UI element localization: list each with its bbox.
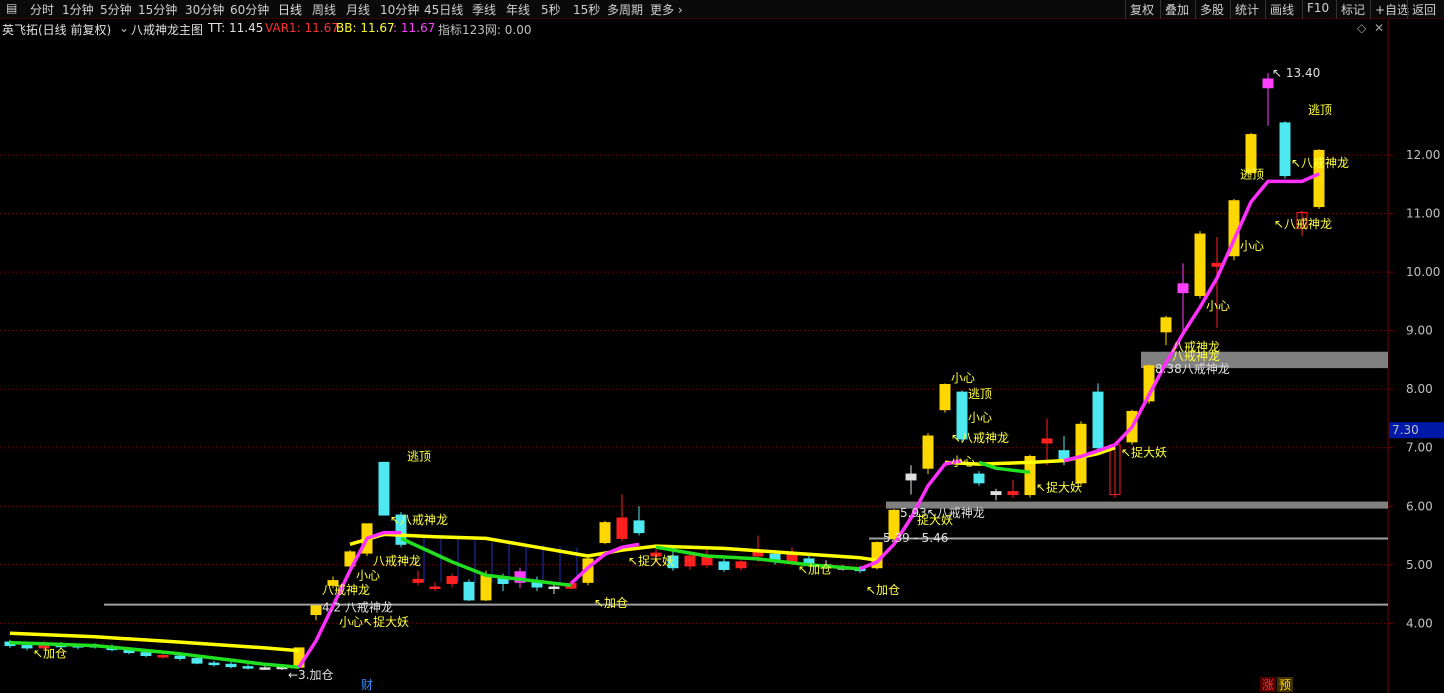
candle-body xyxy=(616,517,628,539)
max-price-label: ↖ 13.40 xyxy=(1272,66,1320,80)
signal-label: ↖八戒神龙 xyxy=(951,431,1009,445)
ma-line xyxy=(349,532,878,562)
signal-label: ↖捉大妖 xyxy=(628,553,674,568)
bottom-marker: 预 xyxy=(1279,678,1291,692)
signal-label: ↖捉大妖 xyxy=(1121,445,1167,460)
signal-label: 5.39 - 5.46 xyxy=(883,531,948,545)
y-tick-label: 4.00 xyxy=(1406,616,1433,630)
candle-body xyxy=(157,655,169,658)
signal-label: 捉大妖 xyxy=(917,512,953,527)
candle-body xyxy=(1279,122,1291,177)
signal-label: 逃顶 xyxy=(968,387,992,401)
candle-body xyxy=(310,605,322,616)
candle-body xyxy=(259,667,271,670)
candle-body xyxy=(412,578,424,583)
candle-body xyxy=(242,666,254,669)
signal-label: ↖加仓 xyxy=(798,563,832,577)
bottom-marker: 财 xyxy=(361,678,373,692)
signal-label: ↖加仓 xyxy=(866,583,900,597)
candle-body xyxy=(922,435,934,469)
signal-label: 八戒神龙 xyxy=(322,583,370,597)
y-tick-label: 8.00 xyxy=(1406,382,1433,396)
candle-body xyxy=(140,652,152,657)
y-tick-label: 5.00 xyxy=(1406,558,1433,572)
candle-body xyxy=(1007,491,1019,496)
signal-label: ↖捉大妖 xyxy=(1036,480,1082,495)
candle-body xyxy=(990,491,1002,496)
signal-label: 小心 xyxy=(1240,239,1264,253)
candle-body xyxy=(463,581,475,601)
signal-label: 小心 xyxy=(356,568,380,582)
candle-body xyxy=(735,561,747,569)
candle-body xyxy=(174,655,186,659)
candle-body xyxy=(599,522,611,544)
signal-label: ↖加仓 xyxy=(594,596,628,610)
candle-body xyxy=(1262,78,1274,89)
signal-label: ↖加仓 xyxy=(33,646,67,660)
candle-body xyxy=(548,586,560,590)
signal-label: 八戒神龙 xyxy=(373,554,421,568)
candle-body xyxy=(1194,233,1206,297)
current-price-label: 7.30 xyxy=(1392,423,1419,437)
signal-label: ↖八戒神龙 xyxy=(1291,156,1349,170)
candle-body xyxy=(378,461,390,516)
y-tick-label: 6.00 xyxy=(1406,499,1433,513)
bottom-marker: 涨 xyxy=(1262,677,1274,692)
signal-label: 逃顶 xyxy=(1308,103,1332,117)
candle-body xyxy=(684,555,696,567)
signal-label: 小心 xyxy=(968,410,992,424)
signal-label: ↖八戒神龙 xyxy=(390,513,448,527)
candle-body xyxy=(973,473,985,484)
candle-body xyxy=(1092,391,1104,449)
signal-label: 逃顶 xyxy=(1240,167,1264,181)
signal-label: 小心 xyxy=(951,371,975,385)
signal-label: 4.2 八戒神龙 xyxy=(322,601,393,615)
signal-label: 小心 xyxy=(1206,299,1230,313)
candle-body xyxy=(905,473,917,481)
y-tick-label: 12.00 xyxy=(1406,148,1440,162)
signal-label: 8.38八戒神龙 xyxy=(1155,362,1230,376)
candlestick-chart[interactable]: 4.00 5.00 6.00 7.00 8.00 9.00 10.00 11.00 12.00 ↖… xyxy=(0,0,1444,693)
y-tick-label: 9.00 xyxy=(1406,324,1433,338)
signal-label: 小心 xyxy=(951,454,975,468)
candle-body xyxy=(1211,262,1223,267)
candle-body xyxy=(446,575,458,585)
signal-label: 逃顶 xyxy=(407,450,431,464)
candle-body xyxy=(633,520,645,534)
signal-label: ↖八戒神龙 xyxy=(1274,217,1332,231)
signal-label: ←3.加仓 xyxy=(288,668,334,682)
candle-body xyxy=(429,586,441,590)
candle-body xyxy=(225,663,237,668)
y-tick-label: 11.00 xyxy=(1406,207,1440,221)
candle-body xyxy=(1177,283,1189,294)
candle-body xyxy=(718,561,730,570)
signal-label: 八戒神龙 xyxy=(1172,340,1220,354)
y-tick-label: 10.00 xyxy=(1406,265,1440,279)
candle-body xyxy=(191,657,203,664)
candle-body xyxy=(480,574,492,601)
y-tick-label: 7.00 xyxy=(1406,441,1433,455)
candle-body xyxy=(1041,438,1053,444)
signal-label: 小心↖捉大妖 xyxy=(339,614,409,629)
candle-body xyxy=(21,645,33,649)
candle-body xyxy=(939,384,951,411)
candle-body xyxy=(1160,317,1172,333)
candle-body xyxy=(208,662,220,666)
